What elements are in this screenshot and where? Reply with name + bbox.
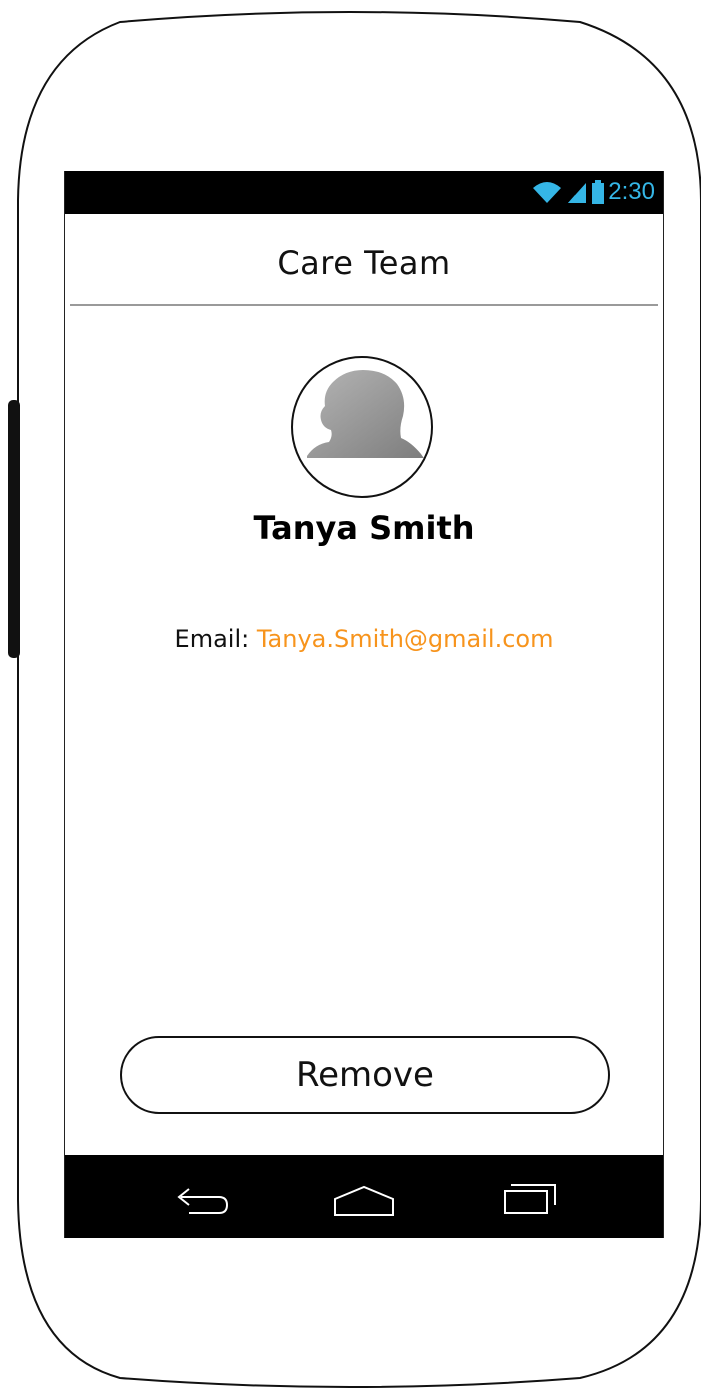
- avatar: [291, 356, 433, 498]
- nav-bar: [65, 1155, 663, 1238]
- status-icons: 2:30: [532, 177, 655, 207]
- phone-screen: 2:30 Care Team Tanya Smith Email: Tanya.…: [64, 171, 664, 1238]
- wifi-icon: [533, 182, 562, 203]
- side-volume-button: [8, 400, 20, 658]
- person-silhouette-icon: [307, 370, 424, 458]
- status-time: 2:30: [608, 178, 655, 205]
- home-icon: [334, 1185, 394, 1216]
- home-button[interactable]: [329, 1175, 399, 1219]
- remove-button[interactable]: Remove: [120, 1036, 610, 1114]
- back-button[interactable]: [165, 1175, 235, 1219]
- back-icon: [177, 1188, 229, 1214]
- battery-icon: [592, 180, 605, 204]
- app-header: Care Team: [65, 214, 663, 304]
- signal-icon: [568, 183, 587, 203]
- page-title: Care Team: [277, 244, 451, 282]
- header-divider: [70, 304, 658, 306]
- contact-name: Tanya Smith: [253, 509, 475, 547]
- email-link[interactable]: Tanya.Smith@gmail.com: [257, 625, 554, 653]
- recent-apps-button[interactable]: [495, 1175, 565, 1219]
- status-bar: 2:30: [65, 171, 663, 214]
- email-row: Email: Tanya.Smith@gmail.com: [65, 625, 663, 653]
- email-label: Email:: [174, 625, 250, 653]
- recent-apps-icon: [504, 1184, 556, 1214]
